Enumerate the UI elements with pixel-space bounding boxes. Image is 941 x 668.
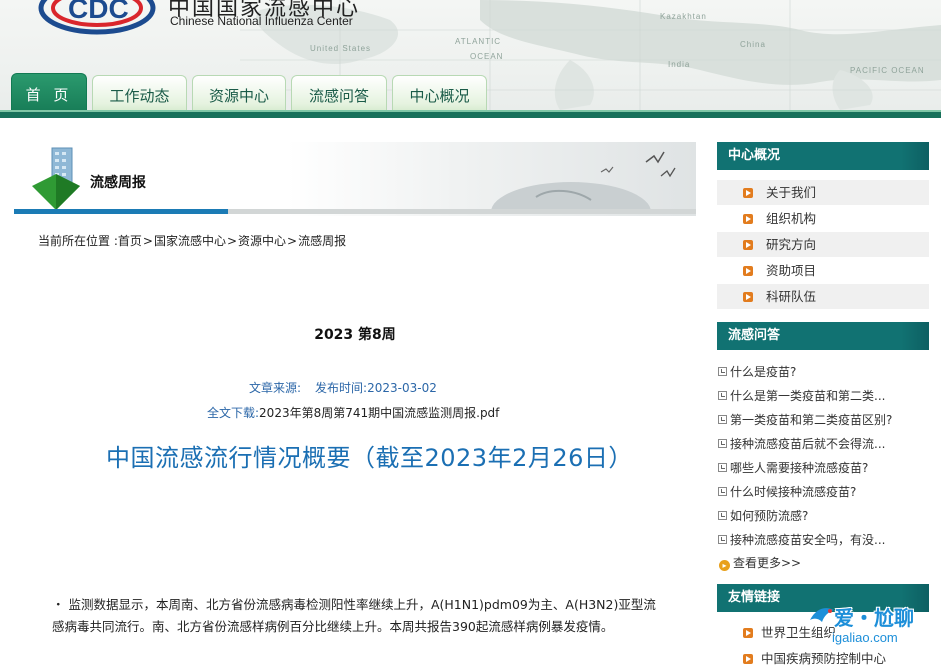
article-body: ・ 监测数据显示，本周南、北方省份流感病毒检测阳性率继续上升，A(H1N1)pd… xyxy=(52,597,656,634)
breadcrumb-national-flu-center[interactable]: 国家流感中心 xyxy=(154,234,226,248)
faq-item[interactable]: 接种流感疫苗后就不会得流... xyxy=(717,432,929,456)
faq-item[interactable]: 什么是第一类疫苗和第二类... xyxy=(717,384,929,408)
site-name-en: Chinese National Influenza Center xyxy=(170,14,353,28)
document-icon xyxy=(718,511,727,520)
arrow-icon xyxy=(743,628,753,638)
faq-item[interactable]: 接种流感疫苗安全吗，有没... xyxy=(717,528,929,552)
faq-item[interactable]: 如何预防流感? xyxy=(717,504,929,528)
section-title: 流感周报 xyxy=(90,175,146,191)
faq-item[interactable]: 什么是疫苗? xyxy=(717,360,929,384)
map-label: ATLANTIC xyxy=(455,37,502,46)
sidebar-item-team[interactable]: 科研队伍 xyxy=(717,284,929,310)
document-icon xyxy=(718,415,727,424)
tab-resource-center[interactable]: 资源中心 xyxy=(192,75,286,115)
sidebar-item-organization[interactable]: 组织机构 xyxy=(717,206,929,232)
section-underline xyxy=(14,209,696,214)
breadcrumb: 当前所在位置 :首页>国家流感中心>资源中心>流感周报 xyxy=(38,232,346,249)
arrow-circle-icon: ▸ xyxy=(719,560,730,571)
faq-item-label: 接种流感疫苗后就不会得流... xyxy=(730,437,886,451)
document-icon xyxy=(718,391,727,400)
sidebar-item-label: 研究方向 xyxy=(766,237,817,252)
faq-item-label: 什么是疫苗? xyxy=(730,365,797,379)
publish-date: 2023-03-02 xyxy=(367,381,437,395)
document-icon xyxy=(718,535,727,544)
breadcrumb-home[interactable]: 首页 xyxy=(118,234,142,248)
faq-item[interactable]: 哪些人需要接种流感疫苗? xyxy=(717,456,929,480)
faq-item-label: 什么时候接种流感疫苗? xyxy=(730,485,857,499)
faq-item-label: 第一类疫苗和第二类疫苗区别? xyxy=(730,413,893,427)
tab-home[interactable]: 首 页 xyxy=(11,73,87,115)
source-label: 文章来源: xyxy=(249,381,302,395)
arrow-icon xyxy=(743,214,753,224)
arrow-icon xyxy=(743,188,753,198)
map-label: India xyxy=(668,60,691,69)
sidebar-heading-faq: 流感问答 xyxy=(717,322,929,350)
nav-divider xyxy=(0,110,941,118)
sidebar-item-funding[interactable]: 资助项目 xyxy=(717,258,929,284)
breadcrumb-separator: > xyxy=(142,234,153,248)
view-more-label: 查看更多>> xyxy=(733,556,802,570)
document-icon xyxy=(718,463,727,472)
sidebar-item-label: 关于我们 xyxy=(766,185,817,200)
watermark: 爱・尬聊 igaliao.com xyxy=(806,600,941,660)
download-pdf-link[interactable]: 2023年第8周第741期中国流感监测周报.pdf xyxy=(259,406,499,420)
breadcrumb-separator: > xyxy=(226,234,238,248)
section-banner: 流感周报 xyxy=(14,142,696,216)
faq-item-label: 什么是第一类疫苗和第二类... xyxy=(730,389,886,403)
document-icon xyxy=(718,439,727,448)
article-headline: 中国流感流行情况概要（截至2023年2月26日） xyxy=(106,444,633,472)
tab-flu-qa[interactable]: 流感问答 xyxy=(291,75,387,115)
svg-text:CDC: CDC xyxy=(68,0,129,24)
sidebar-item-label: 资助项目 xyxy=(766,263,817,278)
breadcrumb-separator: > xyxy=(287,234,298,248)
faq-item-label: 如何预防流感? xyxy=(730,509,809,523)
map-label: OCEAN xyxy=(470,52,504,61)
publish-label: 发布时间: xyxy=(315,381,368,395)
breadcrumb-prefix: 当前所在位置 : xyxy=(38,234,118,248)
cnic-logo: CDC xyxy=(38,0,156,35)
arrow-icon xyxy=(743,292,753,302)
watermark-text: 爱・尬聊 xyxy=(834,606,914,630)
download-row: 全文下载:2023年第8周第741期中国流感监测周报.pdf xyxy=(207,404,499,421)
faq-item-label: 接种流感疫苗安全吗，有没... xyxy=(730,533,886,547)
sidebar-faq-list: 什么是疫苗? 什么是第一类疫苗和第二类... 第一类疫苗和第二类疫苗区别? 接种… xyxy=(717,360,929,552)
sidebar-item-label: 组织机构 xyxy=(766,211,817,226)
view-more-link[interactable]: ▸ 查看更多>> xyxy=(719,554,801,571)
map-label: Kazakhtan xyxy=(660,12,707,21)
document-icon xyxy=(718,367,727,376)
site-header: United States ATLANTIC OCEAN Kazakhtan C… xyxy=(0,0,941,118)
faq-item-label: 哪些人需要接种流感疫苗? xyxy=(730,461,869,475)
map-label: China xyxy=(740,40,766,49)
article-meta: 文章来源: 发布时间:2023-03-02 xyxy=(249,379,437,396)
tab-center-overview[interactable]: 中心概况 xyxy=(392,75,487,115)
building-icon xyxy=(32,147,80,210)
watermark-url: igaliao.com xyxy=(832,630,898,645)
document-icon xyxy=(718,487,727,496)
map-label: United States xyxy=(310,44,372,53)
arrow-icon xyxy=(743,266,753,276)
faq-item[interactable]: 什么时候接种流感疫苗? xyxy=(717,480,929,504)
arrow-icon xyxy=(743,240,753,250)
sidebar-item-label: 科研队伍 xyxy=(766,289,817,304)
sidebar-item-research[interactable]: 研究方向 xyxy=(717,232,929,258)
tab-work-updates[interactable]: 工作动态 xyxy=(92,75,187,115)
breadcrumb-flu-weekly[interactable]: 流感周报 xyxy=(298,234,346,248)
sidebar-about-list: 关于我们 组织机构 研究方向 资助项目 科研队伍 xyxy=(717,180,929,310)
arrow-icon xyxy=(743,654,753,664)
sidebar-heading-about: 中心概况 xyxy=(717,142,929,170)
breadcrumb-resource-center[interactable]: 资源中心 xyxy=(238,234,286,248)
globe-birds-graphic xyxy=(491,151,676,214)
download-label: 全文下载: xyxy=(207,406,260,420)
faq-item[interactable]: 第一类疫苗和第二类疫苗区别? xyxy=(717,408,929,432)
article-week-title: 2023 第8周 xyxy=(314,327,396,343)
bird-logo-icon xyxy=(810,608,834,622)
sidebar-item-about-us[interactable]: 关于我们 xyxy=(717,180,929,206)
